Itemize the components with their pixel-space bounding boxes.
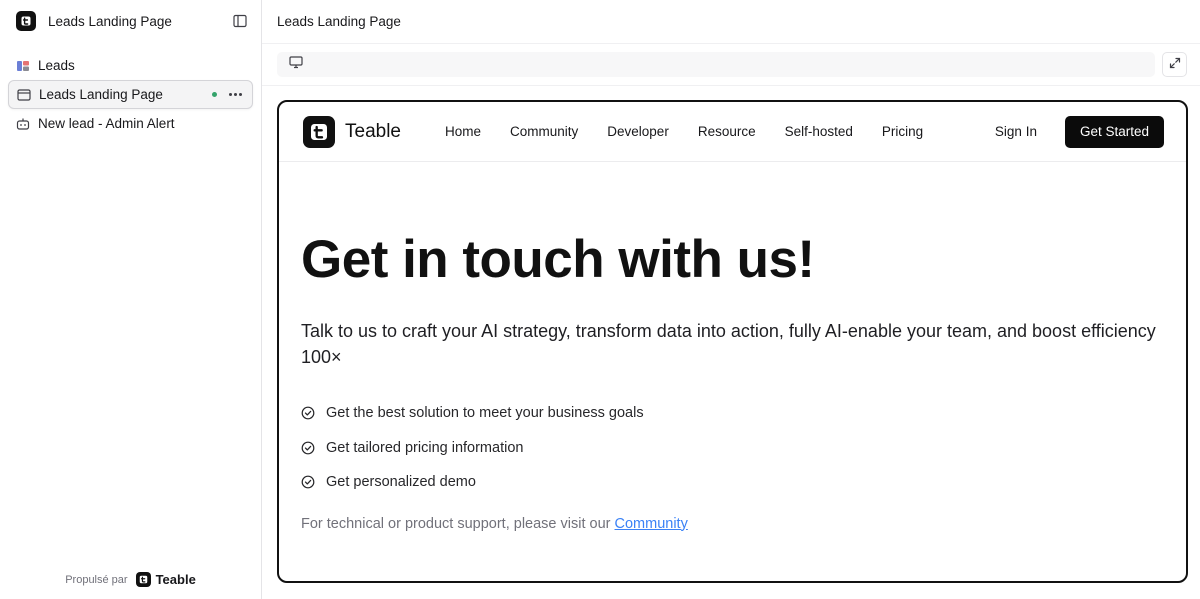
landing-page-preview: Teable Home Community Developer Resource…	[277, 100, 1188, 583]
benefit-text: Get the best solution to meet your busin…	[326, 405, 644, 422]
sidebar-item-label: Leads Landing Page	[39, 87, 163, 102]
nav-link-self-hosted[interactable]: Self-hosted	[785, 124, 853, 139]
status-dot	[212, 92, 217, 97]
nav-links: Home Community Developer Resource Self-h…	[445, 124, 995, 139]
teable-logo-icon[interactable]	[16, 11, 36, 31]
list-item: Get personalized demo	[301, 465, 1164, 500]
main-panel: Leads Landing Page Teable Home Community…	[262, 0, 1200, 599]
list-item: Get tailored pricing information	[301, 431, 1164, 466]
sidebar-item-leads[interactable]: Leads	[8, 51, 253, 80]
benefit-text: Get personalized demo	[326, 474, 476, 491]
bot-icon	[16, 117, 30, 131]
browser-window-icon	[17, 88, 31, 102]
nav-link-pricing[interactable]: Pricing	[882, 124, 923, 139]
benefit-list: Get the best solution to meet your busin…	[301, 396, 1164, 500]
support-prefix: For technical or product support, please…	[301, 515, 615, 532]
sidebar-item-label: New lead - Admin Alert	[38, 116, 175, 131]
preview-toolbar	[277, 52, 1155, 77]
sidebar: Leads Landing Page Leads Leads Landing P…	[0, 0, 262, 599]
check-circle-icon	[301, 475, 315, 489]
desktop-icon[interactable]	[289, 55, 303, 74]
support-text: For technical or product support, please…	[301, 516, 1164, 532]
expand-icon	[1169, 56, 1181, 74]
table-icon	[16, 59, 30, 73]
benefit-text: Get tailored pricing information	[326, 439, 524, 456]
sidebar-item-new-lead-admin-alert[interactable]: New lead - Admin Alert	[8, 109, 253, 138]
powered-by-text: Propulsé par	[65, 573, 128, 586]
nav-link-developer[interactable]: Developer	[607, 124, 669, 139]
teable-logo-icon	[135, 572, 151, 587]
hero-lead: Talk to us to craft your AI strategy, tr…	[301, 321, 1156, 367]
sign-in-link[interactable]: Sign In	[995, 124, 1037, 139]
powered-by-brand[interactable]: Teable	[135, 572, 196, 587]
check-circle-icon	[301, 406, 315, 420]
nav-link-home[interactable]: Home	[445, 124, 481, 139]
community-link[interactable]: Community	[615, 516, 688, 532]
teable-logo-icon	[303, 115, 335, 148]
check-circle-icon	[301, 441, 315, 455]
brand-name: Teable	[345, 120, 401, 142]
preview-brand[interactable]: Teable	[303, 115, 401, 148]
sidebar-header: Leads Landing Page	[0, 0, 261, 42]
powered-by-brand-name: Teable	[155, 572, 196, 587]
more-options-icon[interactable]	[227, 91, 244, 98]
divider	[262, 85, 1200, 86]
get-started-button[interactable]: Get Started	[1064, 115, 1164, 148]
hero-section: Get in touch with us! Talk to us to craf…	[279, 162, 1186, 532]
preview-nav: Teable Home Community Developer Resource…	[279, 102, 1186, 162]
sidebar-toggle-icon[interactable]	[231, 12, 249, 30]
powered-by: Propulsé par Teable	[0, 572, 261, 587]
sidebar-item-leads-landing-page[interactable]: Leads Landing Page	[8, 80, 253, 109]
base-title: Leads Landing Page	[48, 13, 172, 29]
hero-headline: Get in touch with us!	[301, 230, 815, 289]
list-item: Get the best solution to meet your busin…	[301, 396, 1164, 431]
expand-button[interactable]	[1162, 52, 1187, 77]
sidebar-list: Leads Leads Landing Page New lead - Admi…	[0, 51, 261, 138]
sidebar-item-label: Leads	[38, 58, 75, 73]
page-title: Leads Landing Page	[262, 0, 1200, 44]
nav-link-community[interactable]: Community	[510, 124, 578, 139]
nav-link-resource[interactable]: Resource	[698, 124, 756, 139]
